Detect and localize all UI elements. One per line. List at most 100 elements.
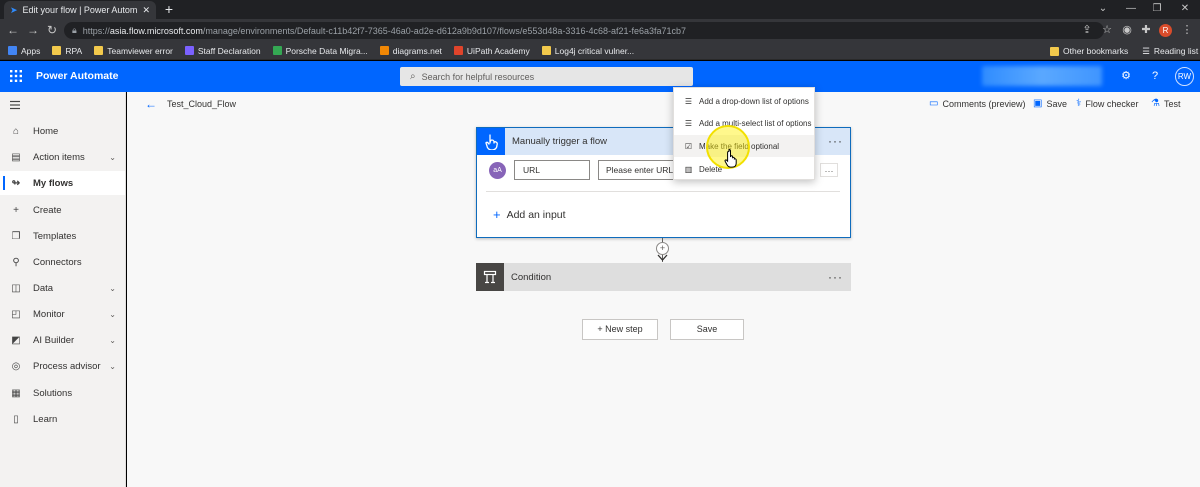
settings-gear-icon[interactable]: ⚙ — [1119, 69, 1133, 83]
menu-item-multi-select-list[interactable]: ☰ Add a multi-select list of options — [674, 112, 814, 134]
url-path: /manage/environments/Default-c11b42f7-73… — [202, 25, 687, 36]
nav-item-process-advisor[interactable]: ◎ Process advisor ⌄ — [0, 354, 125, 378]
other-bookmarks[interactable]: Other bookmarks — [1050, 46, 1128, 56]
menu-item-dropdown-list[interactable]: ☰ Add a drop-down list of options — [674, 90, 814, 112]
text-input-type-icon: aA — [489, 162, 506, 179]
browser-tab[interactable]: ➤ Edit your flow | Power Automate ✕ — [4, 1, 156, 19]
app-title[interactable]: Power Automate — [36, 70, 118, 82]
comment-icon: ▭ — [929, 98, 939, 109]
reload-button[interactable]: ↻ — [45, 23, 59, 37]
nav-item-label: Home — [33, 125, 59, 137]
new-step-button[interactable]: + New step — [582, 319, 658, 340]
plus-icon: + — [493, 207, 501, 222]
maximize-button[interactable]: ❐ — [1146, 1, 1168, 17]
input-name-field[interactable]: URL — [514, 160, 590, 180]
condition-icon — [476, 263, 504, 291]
reading-list[interactable]: ☰ Reading list — [1142, 46, 1198, 57]
nav-item-label: Learn — [33, 413, 58, 425]
ai-builder-icon: ◩ — [11, 334, 21, 346]
test-button[interactable]: ⚗ Test — [1151, 98, 1180, 109]
nav-item-ai-builder[interactable]: ◩ AI Builder ⌄ — [0, 328, 125, 352]
chevron-down-icon[interactable]: ⌄ — [109, 336, 116, 345]
hand-cursor-icon — [724, 148, 737, 168]
chevron-down-icon[interactable]: ⌄ — [109, 362, 116, 371]
share-icon[interactable]: ⇪ — [1080, 23, 1094, 37]
nav-item-label: Templates — [33, 230, 77, 242]
chevron-down-icon[interactable]: ⌄ — [109, 284, 116, 293]
stethoscope-icon: ⚕ — [1076, 98, 1082, 109]
flow-icon: ↬ — [11, 177, 21, 189]
address-bar[interactable]: 🔒︎ https://asia.flow.microsoft.com/manag… — [64, 22, 1104, 39]
nav-item-action-items[interactable]: ▤ Action items ⌄ — [0, 145, 125, 169]
save-command-button[interactable]: ▣ Save — [1033, 98, 1067, 109]
close-tab-icon[interactable]: ✕ — [142, 5, 150, 16]
apps-grid-icon — [8, 46, 17, 55]
trigger-more-options-icon[interactable]: ··· — [828, 134, 843, 148]
bookmark-porsche[interactable]: Porsche Data Migra... — [272, 46, 368, 56]
folder-icon — [1050, 46, 1059, 56]
bookmark-teamviewer[interactable]: Teamviewer error — [94, 46, 173, 56]
comments-button[interactable]: ▭ Comments (preview) — [929, 98, 1025, 109]
forward-button[interactable]: → — [26, 23, 40, 37]
environment-picker[interactable] — [982, 66, 1102, 86]
browser-menu-icon[interactable]: ⋮ — [1180, 23, 1194, 37]
nav-item-monitor[interactable]: ◰ Monitor ⌄ — [0, 302, 125, 326]
nav-item-create[interactable]: + Create — [0, 198, 125, 222]
card-divider — [486, 191, 840, 192]
connector-icon: ⚲ — [12, 256, 20, 268]
condition-more-options-icon[interactable]: ··· — [828, 270, 843, 284]
power-automate-favicon-icon: ➤ — [10, 4, 18, 15]
chevron-down-icon[interactable]: ⌄ — [109, 153, 116, 162]
chevron-down-icon[interactable]: ⌄ — [109, 310, 116, 319]
input-placeholder-field[interactable]: Please enter URL — [598, 160, 678, 180]
nav-item-solutions[interactable]: ▦ Solutions — [0, 381, 125, 405]
checkbox-icon: ☑ — [684, 141, 693, 151]
minimize-button[interactable]: — — [1120, 1, 1142, 17]
app-launcher-icon[interactable] — [9, 69, 23, 83]
nav-item-data[interactable]: ◫ Data ⌄ — [0, 276, 125, 300]
hamburger-menu-icon[interactable] — [9, 99, 21, 111]
folder-icon — [52, 46, 62, 55]
nav-item-label: Data — [33, 282, 54, 294]
flow-name[interactable]: Test_Cloud_Flow — [167, 99, 236, 109]
save-button[interactable]: Save — [670, 319, 744, 340]
profile-avatar[interactable]: R — [1159, 24, 1172, 37]
nav-item-label: Connectors — [33, 256, 82, 268]
back-arrow-icon[interactable]: ← — [145, 97, 159, 111]
nav-item-my-flows[interactable]: ↬ My flows — [0, 171, 125, 195]
save-icon: ▣ — [1033, 98, 1043, 109]
add-input-button[interactable]: + Add an input — [493, 207, 566, 222]
help-icon[interactable]: ? — [1148, 69, 1162, 83]
input-more-options-icon[interactable]: ··· — [820, 163, 838, 177]
nav-item-learn[interactable]: ▯ Learn — [0, 407, 125, 431]
nav-item-home[interactable]: ⌂ Home — [0, 119, 125, 143]
search-input[interactable]: ⌕ Search for helpful resources — [400, 67, 693, 86]
nav-item-templates[interactable]: ❐ Templates — [0, 224, 125, 248]
nav-item-label: Create — [33, 204, 62, 216]
folder-icon — [94, 46, 104, 55]
new-tab-button[interactable]: + — [162, 2, 176, 16]
bookmark-diagrams[interactable]: diagrams.net — [379, 46, 442, 56]
trash-icon: ▥ — [684, 164, 693, 174]
extensions-icon[interactable]: ✚ — [1139, 23, 1153, 37]
site-icon — [272, 46, 282, 55]
back-button[interactable]: ← — [6, 23, 20, 37]
flow-checker-button[interactable]: ⚕ Flow checker — [1076, 98, 1138, 109]
bookmark-staff-declaration[interactable]: Staff Declaration — [184, 46, 261, 56]
bookmark-rpa[interactable]: RPA — [52, 46, 82, 56]
bookmark-log4j[interactable]: Log4j critical vulner... — [541, 46, 634, 56]
plus-icon: + — [13, 204, 19, 216]
nav-item-label: Monitor — [33, 308, 65, 320]
bookmark-star-icon[interactable]: ☆ — [1100, 23, 1114, 37]
bookmark-uipath[interactable]: UiPath Academy — [453, 46, 530, 56]
profile-dot-icon[interactable]: ◉ — [1120, 23, 1134, 37]
nav-item-connectors[interactable]: ⚲ Connectors — [0, 250, 125, 274]
tab-title: Edit your flow | Power Automate — [22, 5, 138, 15]
bookmark-apps[interactable]: Apps — [8, 46, 40, 56]
site-icon — [379, 46, 389, 55]
tab-search-icon[interactable]: ⌄ — [1092, 1, 1114, 17]
user-avatar[interactable]: RW — [1175, 67, 1194, 86]
reading-list-icon: ☰ — [1142, 45, 1150, 56]
nav-item-label: Action items — [33, 151, 85, 163]
close-window-button[interactable]: ✕ — [1174, 1, 1196, 17]
